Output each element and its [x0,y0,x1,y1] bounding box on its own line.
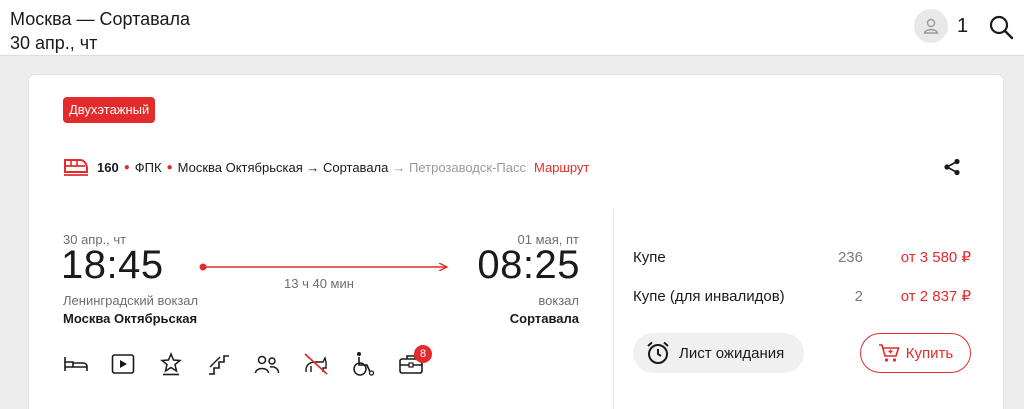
search-icon [989,15,1014,40]
luggage-count-badge: 8 [414,345,432,363]
share-button[interactable] [941,155,963,179]
journey-arrow [199,263,449,271]
class-row-kupe[interactable]: Купе 236 от 3 580 ₽ [633,246,973,270]
seats-count: 236 [837,249,863,266]
arrival-station: Сортавала [509,311,579,326]
departure-station: Москва Октябрьская [63,311,198,326]
route-title: Москва — Сортавала [10,9,191,29]
alarm-clock-icon [647,341,669,364]
passenger-avatar[interactable] [914,9,948,43]
carrier-name: ФПК [134,159,162,175]
trip-duration: 13 ч 40 мин [284,276,354,291]
route-link[interactable]: Маршрут [534,160,589,175]
arrival-time: 08:25 [477,243,580,287]
class-name: Купе (для инвалидов) [633,288,785,305]
seats-count: 2 [854,288,863,305]
train-route: Москва Октябрьская → Сортавала [177,159,389,175]
route-date: 30 апр., чт [10,33,98,53]
buy-label: Купить [905,344,954,362]
no-pets-icon[interactable] [303,351,329,377]
column-divider [613,209,614,409]
waitlist-label: Лист ожидания [679,344,785,362]
class-price[interactable]: от 2 837 ₽ [873,285,971,309]
share-icon [944,158,960,176]
double-decker-badge: Двухэтажный [63,97,156,123]
separator-dot: ● [166,161,173,173]
class-row-kupe-disabled[interactable]: Купе (для инвалидов) 2 от 2 837 ₽ [633,285,973,309]
stairs-icon[interactable] [206,351,232,377]
via-station: → Петрозаводск-Пасс [392,159,526,175]
train-icon [64,159,88,176]
passenger-count[interactable]: 1 [957,14,968,38]
departure-time: 18:45 [61,243,164,287]
wheelchair-icon[interactable] [350,351,376,377]
media-icon[interactable] [110,351,136,377]
separator-dot: ● [123,161,130,173]
class-price[interactable]: от 3 580 ₽ [873,246,971,270]
train-card: Двухэтажный 160 ● ФПК ● Москва Октябрьск… [28,74,1004,409]
train-number: 160 [97,159,119,175]
departure-terminal: Ленинградский вокзал [63,293,199,308]
user-icon [923,18,939,34]
passengers-icon[interactable] [254,351,280,377]
bed-icon[interactable] [63,351,89,377]
top-bar: Москва — Сортавала 30 апр., чт 1 [0,0,1024,56]
arrival-terminal: вокзал [538,293,579,308]
class-name: Купе [633,249,666,266]
waitlist-button[interactable]: Лист ожидания [633,333,804,373]
search-button[interactable] [986,12,1016,42]
cart-icon [878,344,900,362]
award-icon[interactable] [158,351,184,377]
buy-button[interactable]: Купить [860,333,971,373]
train-info-line: 160 ● ФПК ● Москва Октябрьская → Сортава… [63,155,589,179]
